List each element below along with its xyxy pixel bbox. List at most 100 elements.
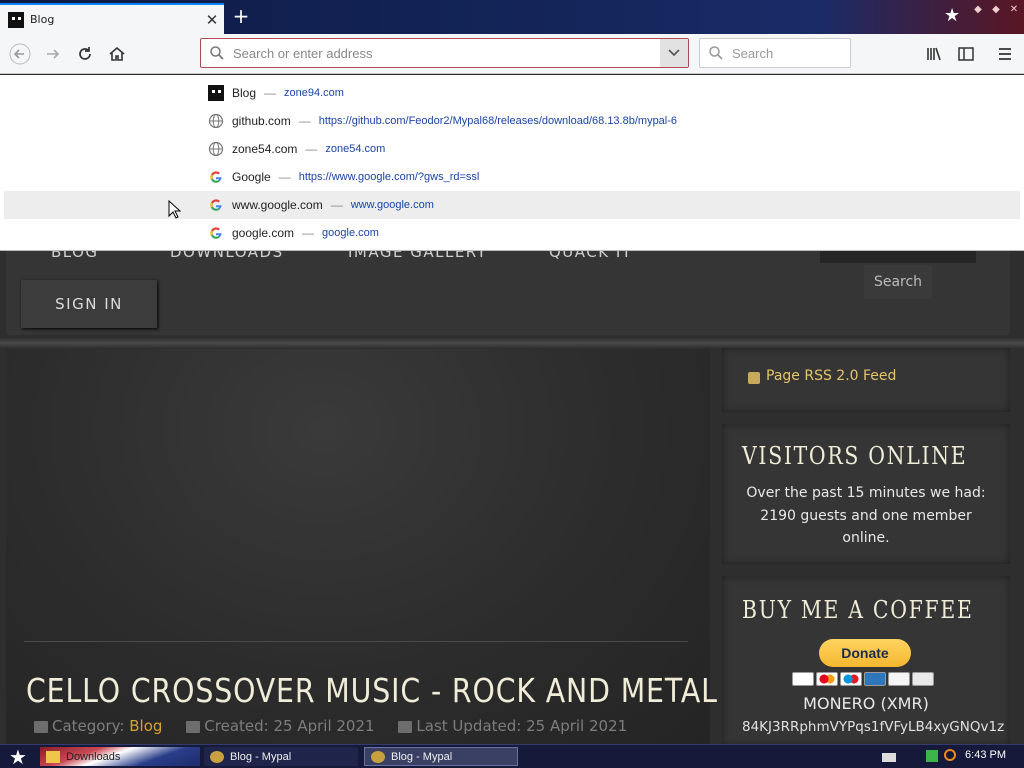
globe-icon (208, 141, 224, 157)
sign-in-button[interactable]: SIGN IN (21, 280, 157, 328)
globe-icon (208, 113, 224, 129)
start-button[interactable]: ★ (0, 745, 36, 768)
tab-close-button[interactable]: ✕ (200, 11, 224, 29)
search-bar[interactable] (699, 38, 851, 68)
mastercard-icon (816, 672, 838, 686)
monero-label: MONERO (XMR) (803, 694, 929, 713)
suggestion-title: zone54.com (232, 142, 298, 156)
keyboard-icon[interactable] (882, 753, 896, 762)
network-icon[interactable] (926, 750, 938, 762)
tab-title: Blog (30, 13, 55, 26)
article-panel: CELLO CROSSOVER MUSIC - ROCK AND METAL C… (6, 349, 717, 744)
visitors-text: Over the past 15 minutes we had: 2190 gu… (746, 485, 986, 546)
search-icon (210, 46, 224, 60)
site-search-button[interactable]: Search (864, 265, 932, 299)
suggestion-url: zone54.com (325, 143, 386, 155)
taskbar-item-blog-active[interactable]: Blog - Mypal (364, 747, 518, 766)
suggestion-separator: — (330, 198, 343, 212)
article-title[interactable]: CELLO CROSSOVER MUSIC - ROCK AND METAL (26, 671, 718, 710)
suggestion-item[interactable]: www.google.com — www.google.com (4, 191, 1020, 219)
suggestion-url: google.com (322, 227, 379, 239)
suggestion-separator: — (305, 142, 318, 156)
taskbar-item-label: Blog - Mypal (391, 750, 453, 763)
suggestion-item[interactable]: Google — https://www.google.com/?gws_rd=… (4, 163, 1020, 191)
address-input[interactable] (233, 43, 653, 63)
suggestion-item[interactable]: zone54.com — zone54.com (4, 135, 1020, 163)
updated-date: Last Updated: 25 April 2021 (416, 717, 628, 735)
suggestion-separator: — (278, 170, 291, 184)
mypal-icon (371, 750, 385, 763)
close-window-button[interactable]: ✕ (1006, 4, 1022, 18)
suggestion-item[interactable]: google.com — google.com (4, 219, 1020, 247)
tab-blog[interactable]: Blog ✕ (0, 3, 224, 34)
reload-button[interactable] (71, 40, 99, 68)
monero-address: 84KJ3RRphmVYPqs1fVFyLB4xyGNQv1z (742, 719, 1005, 735)
suggestion-separator: — (302, 226, 315, 240)
payment-cards (792, 672, 934, 686)
article-rule (24, 641, 688, 642)
category-link[interactable]: Blog (129, 717, 162, 735)
rss-icon (748, 372, 760, 384)
article-meta: Category: Blog Created: 25 April 2021 La… (34, 717, 627, 735)
google-icon (208, 225, 224, 241)
suggestion-separator: — (264, 86, 277, 100)
home-button[interactable] (103, 40, 131, 68)
url-suggestions-popup: Blog — zone94.com github.com — https://g… (0, 75, 1024, 251)
nav-link-blog[interactable]: BLOG (51, 251, 99, 261)
tab-strip: Blog ✕ + ★ ◆ ◆ ✕ (0, 0, 1024, 34)
taskbar-item-blog[interactable]: Blog - Mypal (204, 747, 358, 766)
folder-icon (34, 720, 48, 733)
sidebar-button[interactable] (952, 40, 980, 68)
nav-link-quack-it[interactable]: QUACK IT (549, 251, 632, 261)
suggestion-item[interactable]: Blog — zone94.com (4, 79, 1020, 107)
nav-link-image-gallery[interactable]: IMAGE GALLERY (348, 251, 487, 261)
new-tab-button[interactable]: + (230, 5, 252, 27)
forward-arrow-icon (47, 49, 60, 59)
sidebar-icon (958, 47, 974, 61)
mouse-cursor-icon (168, 200, 182, 219)
taskbar-item-label: Blog - Mypal (230, 750, 292, 763)
hamburger-menu-icon (999, 48, 1011, 60)
chevron-down-icon (668, 49, 680, 57)
forward-button[interactable] (39, 40, 67, 68)
url-history-dropdown-button[interactable] (660, 39, 688, 67)
donate-button[interactable]: Donate (819, 639, 911, 667)
library-button[interactable] (920, 40, 948, 68)
maestro-card-icon (840, 672, 862, 686)
suggestion-title: Blog (232, 86, 257, 100)
suggestion-title: Google (232, 170, 271, 184)
back-arrow-icon (9, 43, 31, 65)
suggestion-url: www.google.com (350, 199, 434, 211)
site-search-input[interactable] (820, 251, 976, 263)
url-bar[interactable] (200, 38, 689, 68)
reload-icon (79, 47, 91, 60)
nav-link-downloads[interactable]: DOWNLOADS (170, 251, 284, 261)
category-label: Category: (52, 717, 125, 735)
visitors-online-box: VISITORS ONLINE Over the past 15 minutes… (722, 424, 1010, 564)
search-tray-icon[interactable] (944, 749, 956, 761)
clock: 6:43 PM (965, 749, 1006, 761)
suggestion-url: zone94.com (284, 87, 344, 99)
created-date: Created: 25 April 2021 (204, 717, 375, 735)
buy-me-a-coffee-box: BUY ME A COFFEE Donate MONERO (XMR) 84KJ… (722, 576, 1010, 744)
navigation-toolbar (0, 34, 1024, 74)
site-navigation: BLOG DOWNLOADS IMAGE GALLERY QUACK IT SI… (6, 251, 1010, 335)
taskbar-item-downloads[interactable]: Downloads (40, 747, 200, 766)
star-logo-icon: ★ (944, 5, 961, 26)
search-input[interactable] (732, 44, 842, 62)
suggestion-separator: — (298, 114, 311, 128)
back-button[interactable] (6, 40, 34, 68)
visa-card-icon (792, 672, 814, 686)
google-icon (208, 169, 224, 185)
web-page: BLOG DOWNLOADS IMAGE GALLERY QUACK IT SI… (0, 251, 1024, 744)
google-icon (208, 197, 224, 213)
menu-button[interactable] (991, 40, 1019, 68)
home-icon (109, 46, 125, 61)
rss-feed-link[interactable]: Page RSS 2.0 Feed (766, 368, 896, 384)
amex-card-icon (864, 672, 886, 686)
maximize-button[interactable]: ◆ (988, 4, 1004, 18)
site-favicon-icon (208, 85, 224, 101)
suggestion-item[interactable]: github.com — https://github.com/Feodor2/… (4, 107, 1020, 135)
mypal-icon (210, 750, 224, 763)
minimize-button[interactable]: ◆ (970, 4, 986, 18)
